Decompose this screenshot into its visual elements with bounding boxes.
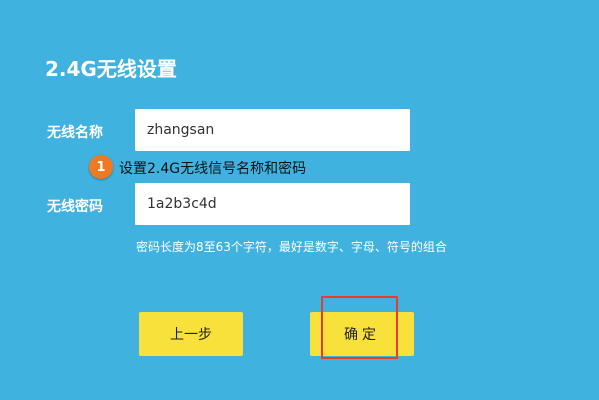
password-input[interactable]: 1a2b3c4d: [135, 183, 410, 225]
step-badge: 1: [89, 155, 113, 179]
ssid-label: 无线名称: [47, 125, 103, 141]
page-title: 2.4G无线设置: [45, 57, 177, 81]
prev-step-button[interactable]: 上一步: [139, 312, 243, 356]
password-label: 无线密码: [47, 199, 103, 215]
wireless-settings-panel: 2.4G无线设置 无线名称 zhangsan 1 设置2.4G无线信号名称和密码…: [0, 0, 599, 400]
annotation-text: 设置2.4G无线信号名称和密码: [119, 161, 307, 177]
password-hint: 密码长度为8至63个字符，最好是数字、字母、符号的组合: [136, 240, 447, 254]
ok-button[interactable]: 确定: [310, 312, 414, 356]
ssid-input[interactable]: zhangsan: [135, 109, 410, 151]
